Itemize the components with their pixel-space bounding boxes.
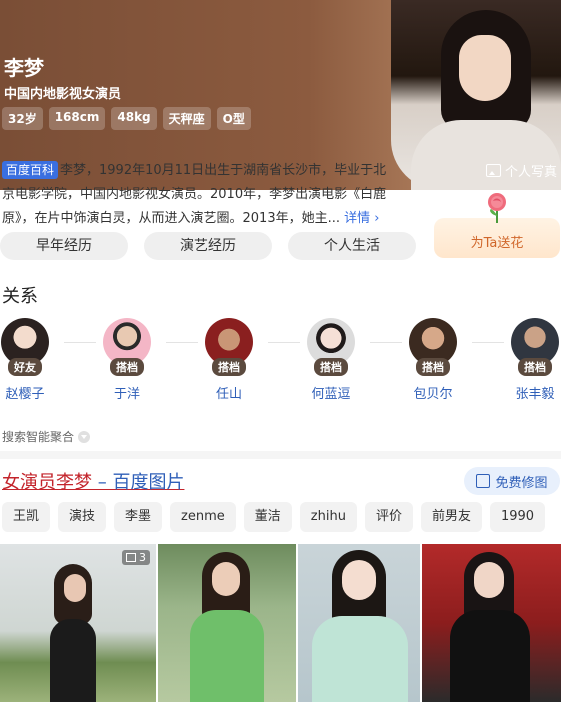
baike-badge[interactable]: 百度百科 xyxy=(2,161,59,179)
relation-item[interactable]: 搭档 何蓝逗 xyxy=(296,318,366,402)
gallery-image[interactable] xyxy=(422,544,561,702)
chip[interactable]: 董洁 xyxy=(243,502,292,532)
relation-item[interactable]: 搭档 任山 xyxy=(194,318,264,402)
chip[interactable]: zenme xyxy=(170,502,236,532)
intro-text: 百度百科 李梦，1992年10月11日出生于湖南省长沙市，毕业于北京电影学院，中国… xyxy=(2,159,398,231)
details-link[interactable]: 详情 › xyxy=(344,211,379,226)
chip[interactable]: zhihu xyxy=(299,502,357,532)
chip[interactable]: 1990 xyxy=(489,502,546,532)
relation-badge: 搭档 xyxy=(212,358,246,376)
send-flower-label: 为Ta送花 xyxy=(470,236,524,251)
image-count-badge: 3 xyxy=(122,550,150,565)
gallery-image[interactable]: 3 xyxy=(0,544,156,702)
send-flower-button[interactable]: 为Ta送花 xyxy=(434,193,560,258)
profile-tags: 32岁 168cm 48kg 天秤座 O型 xyxy=(2,107,251,130)
image-result-title[interactable]: 女演员李梦 – 百度图片 xyxy=(2,468,184,494)
profile-sections: 早年经历 演艺经历 个人生活 xyxy=(0,232,416,260)
image-icon xyxy=(485,164,501,177)
tag-zodiac: 天秤座 xyxy=(162,107,211,130)
gallery-image[interactable] xyxy=(298,544,420,702)
images-icon xyxy=(126,553,136,562)
chip[interactable]: 评价 xyxy=(364,502,413,532)
tag-age: 32岁 xyxy=(2,107,43,130)
relation-name: 包贝尔 xyxy=(413,387,453,402)
tag-blood-type: O型 xyxy=(216,107,251,130)
section-divider xyxy=(0,451,561,459)
relation-name: 任山 xyxy=(215,387,242,402)
relation-item[interactable]: 搭档 于洋 xyxy=(92,318,162,402)
chip[interactable]: 演技 xyxy=(58,502,107,532)
pill-personal-life[interactable]: 个人生活 xyxy=(288,232,416,260)
relation-name: 何蓝逗 xyxy=(311,387,351,402)
relations-title: 关系 xyxy=(2,286,38,307)
pill-career[interactable]: 演艺经历 xyxy=(144,232,272,260)
chevron-down-icon xyxy=(78,430,91,443)
relation-name: 赵樱子 xyxy=(5,387,45,402)
image-edit-icon xyxy=(476,474,491,488)
chip[interactable]: 前男友 xyxy=(420,502,482,532)
relation-badge: 搭档 xyxy=(110,358,144,376)
pill-early-life[interactable]: 早年经历 xyxy=(0,232,128,260)
profile-name: 李梦 xyxy=(4,56,44,80)
relation-badge: 好友 xyxy=(8,358,42,376)
gallery-image[interactable] xyxy=(158,544,296,702)
relation-item[interactable]: 搭档 包贝尔 xyxy=(398,318,468,402)
rose-icon xyxy=(488,193,506,223)
free-retouch-button[interactable]: 免费修图 xyxy=(464,467,560,495)
related-chips: 王凯 演技 李墨 zenme 董洁 zhihu 评价 前男友 1990 xyxy=(2,502,546,532)
personal-photos-button[interactable]: 个人写真 xyxy=(485,161,557,180)
relation-badge: 搭档 xyxy=(518,358,552,376)
relation-item[interactable]: 好友 赵樱子 xyxy=(0,318,60,402)
relation-name: 张丰毅 xyxy=(515,387,555,402)
chip[interactable]: 李墨 xyxy=(114,502,163,532)
intro-body: 李梦，1992年10月11日出生于湖南省长沙市，毕业于北京电影学院，中国内地影视… xyxy=(2,163,387,226)
chip[interactable]: 王凯 xyxy=(2,502,51,532)
tag-weight: 48kg xyxy=(111,107,157,130)
image-gallery: 3 xyxy=(0,544,561,702)
tag-height: 168cm xyxy=(48,107,106,130)
relation-badge: 搭档 xyxy=(314,358,348,376)
relations-list: 好友 赵樱子 搭档 于洋 搭档 任山 搭档 何蓝逗 搭档 包贝尔 搭档 张丰毅 xyxy=(0,318,561,408)
relation-name: 于洋 xyxy=(113,387,140,402)
relation-item[interactable]: 搭档 张丰毅 xyxy=(500,318,561,402)
profile-title: 中国内地影视女演员 xyxy=(4,87,122,102)
relation-badge: 搭档 xyxy=(416,358,450,376)
smart-aggregation[interactable]: 搜索智能聚合 xyxy=(2,428,91,445)
